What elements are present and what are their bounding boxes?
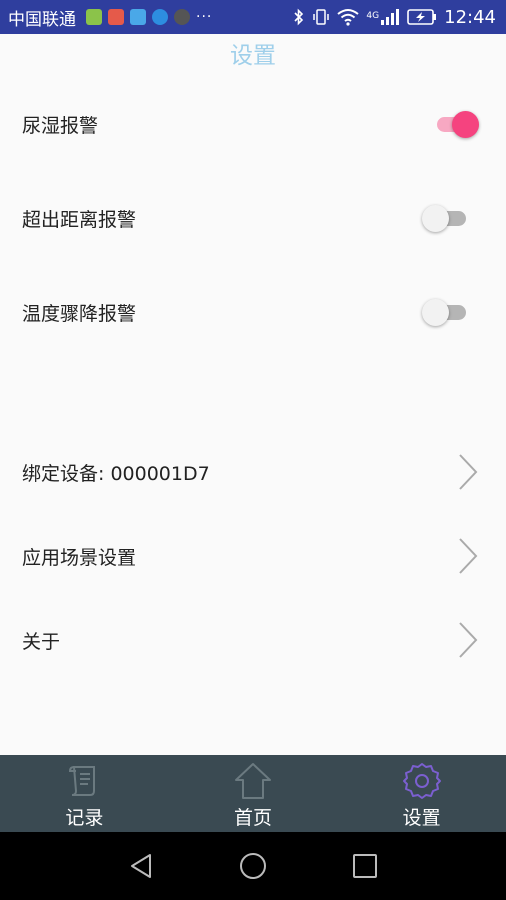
chevron-right-icon: [459, 622, 478, 658]
network-type: 4G: [366, 10, 380, 21]
setting-label: 尿湿报警: [22, 114, 99, 137]
chevron-right-icon: [459, 538, 478, 574]
system-nav-bar: [0, 832, 506, 900]
battery-charging-icon: [407, 9, 437, 25]
setting-row-about[interactable]: 关于: [0, 616, 506, 664]
setting-label: 绑定设备: 000001D7: [22, 462, 210, 485]
nav-item-settings[interactable]: 设置: [337, 755, 506, 832]
setting-label: 应用场景设置: [22, 546, 137, 569]
nav-label: 记录: [65, 807, 104, 829]
toggle-thumb: [422, 299, 449, 326]
toggle-thumb: [452, 111, 479, 138]
home-circle-icon[interactable]: [239, 852, 267, 880]
setting-row-scene-settings[interactable]: 应用场景设置: [0, 532, 506, 580]
distance-alarm-toggle[interactable]: [422, 204, 468, 232]
page-title: 设置: [230, 43, 276, 69]
setting-row-distance-alarm[interactable]: 超出距离报警: [0, 194, 506, 242]
app-notification-icon: [108, 9, 124, 25]
nav-label: 设置: [402, 807, 441, 829]
wet-alarm-toggle[interactable]: [433, 110, 479, 138]
setting-row-bound-device[interactable]: 绑定设备: 000001D7: [0, 448, 506, 496]
setting-label: 超出距离报警: [22, 208, 137, 231]
toggle-thumb: [422, 205, 449, 232]
page-header: 设置: [0, 34, 506, 78]
setting-row-temperature-alarm[interactable]: 温度骤降报警: [0, 288, 506, 336]
vibrate-icon: [313, 9, 330, 25]
wifi-app-icon: [130, 9, 146, 25]
record-icon: [69, 766, 96, 796]
wifi-icon: [337, 9, 360, 26]
bottom-nav: 记录 首页 设置: [0, 755, 506, 832]
recents-icon[interactable]: [352, 853, 378, 879]
bluetooth-icon: [294, 8, 304, 26]
gear-icon: [402, 763, 441, 799]
globe-app-icon: [174, 9, 190, 25]
temperature-alarm-toggle[interactable]: [422, 298, 468, 326]
chevron-right-icon: [459, 454, 478, 490]
status-bar: 中国联通 ··· 4G 12:44: [0, 0, 506, 34]
chat-app-icon: [152, 9, 168, 25]
home-icon: [235, 763, 271, 799]
setting-row-wet-alarm[interactable]: 尿湿报警: [0, 100, 506, 148]
signal-icon: [381, 9, 400, 25]
setting-label: 温度骤降报警: [22, 302, 137, 325]
more-notifications-icon: ···: [196, 9, 213, 25]
setting-label: 关于: [22, 630, 61, 653]
back-icon[interactable]: [128, 852, 154, 880]
nav-item-record[interactable]: 记录: [0, 755, 169, 832]
clock: 12:44: [444, 6, 496, 28]
nav-item-home[interactable]: 首页: [169, 755, 338, 832]
nav-label: 首页: [234, 807, 273, 829]
app-notification-icon: [86, 9, 102, 25]
carrier-name: 中国联通: [8, 9, 76, 30]
